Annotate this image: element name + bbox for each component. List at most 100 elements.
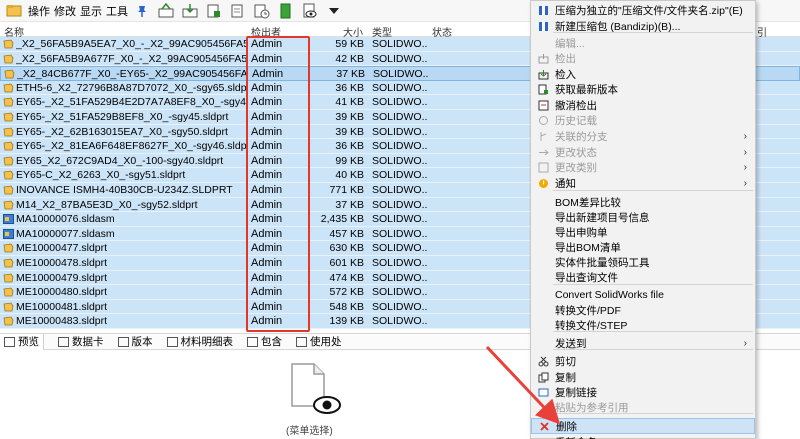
- menu-item[interactable]: 检出: [531, 50, 755, 66]
- menu-item-label: 重新命名: [555, 435, 597, 439]
- file-type: SOLIDWO...: [372, 183, 428, 196]
- get-latest-toolbar-icon[interactable]: [203, 1, 225, 21]
- file-type: SOLIDWO...: [372, 256, 428, 269]
- file-name: ETH5-6_X2_72796B8A87D7072_X0_-sgy65.sldp…: [16, 81, 246, 94]
- part-file-icon: [3, 112, 14, 122]
- part-file-icon: [3, 316, 14, 326]
- tab-version[interactable]: 版本: [114, 334, 153, 349]
- menu-item[interactable]: 重新命名: [531, 434, 755, 439]
- context-menu: 压缩为独立的"压缩文件/文件夹名.zip"(E) 新建压缩包 (Bandizip)…: [530, 0, 756, 439]
- file-name: EY65-_X2_51FA529B4E2D7A7A8EF8_X0_-sgy43.…: [16, 96, 246, 109]
- menu-item[interactable]: 导出新建项目号信息: [531, 209, 755, 225]
- preview-tab-icon: [4, 336, 15, 347]
- menu-item[interactable]: BOM差异比较: [531, 194, 755, 210]
- menu-item[interactable]: 压缩为独立的"压缩文件/文件夹名.zip"(E): [531, 2, 755, 18]
- menu-item[interactable]: 复制: [531, 369, 755, 385]
- tab-preview[interactable]: 预览: [0, 333, 44, 350]
- part-file-icon: [3, 287, 14, 297]
- menu-tools[interactable]: 工具: [106, 3, 128, 19]
- checkout-icon: [537, 52, 549, 64]
- zip-icon: [537, 20, 549, 32]
- pin-icon[interactable]: [131, 1, 153, 21]
- menu-item[interactable]: 导出BOM清单: [531, 239, 755, 255]
- file-name: ME10000478.sldprt: [16, 256, 108, 269]
- menu-item[interactable]: 转换文件/PDF: [531, 302, 755, 318]
- dropdown-toolbar-icon[interactable]: [323, 1, 345, 21]
- menu-operate[interactable]: 操作: [28, 3, 50, 19]
- file-type: SOLIDWO...: [372, 315, 428, 328]
- green-file-toolbar-icon[interactable]: [275, 1, 297, 21]
- menu-item-label: 检出: [555, 52, 576, 65]
- menu-item-label: 获取最新版本: [555, 83, 618, 96]
- view-toolbar-icon[interactable]: [299, 1, 321, 21]
- part-file-icon: [3, 273, 14, 282]
- tab-datacard[interactable]: 数据卡: [54, 334, 104, 349]
- file-size: 40 KB: [335, 169, 364, 182]
- tab-contains[interactable]: 包含: [243, 334, 282, 349]
- file-size: 630 KB: [329, 242, 364, 255]
- menu-item[interactable]: 获取最新版本: [531, 81, 755, 97]
- menu-item-label: 删除: [556, 420, 577, 433]
- menu-item[interactable]: 检入: [531, 66, 755, 82]
- checkout-toolbar-icon[interactable]: [155, 1, 177, 21]
- file-size: 474 KB: [329, 271, 364, 284]
- tab-label: 材料明细表: [180, 336, 234, 348]
- menu-item[interactable]: 关联的分支 ›: [531, 128, 755, 144]
- datacard-tab-icon: [58, 336, 69, 347]
- menu-item[interactable]: 实体件批量领码工具: [531, 254, 755, 270]
- menu-item[interactable]: 剪切: [531, 353, 755, 369]
- tab-label: 包含: [261, 336, 282, 348]
- menu-item[interactable]: 复制链接: [531, 384, 755, 400]
- preview-label: (菜单选择): [286, 426, 333, 437]
- menu-item[interactable]: 通知 ›: [531, 175, 755, 191]
- part-file-icon: [3, 200, 14, 209]
- menu-separator: [553, 413, 753, 414]
- file-name: M14_X2_87BA5E3D_X0_-sgy52.sldprt: [16, 198, 198, 211]
- menu-item[interactable]: 导出申购单: [531, 224, 755, 240]
- menu-item-label: 压缩为独立的"压缩文件/文件夹名.zip"(E): [555, 4, 743, 17]
- menu-item-label: 导出BOM清单: [555, 241, 621, 254]
- file-name: ME10000477.sldprt: [16, 242, 108, 255]
- file-type: SOLIDWO...: [372, 81, 428, 94]
- tab-label: 数据卡: [72, 336, 104, 348]
- menu-item[interactable]: 编辑...: [531, 35, 755, 51]
- history-toolbar-icon[interactable]: [251, 1, 273, 21]
- menu-item[interactable]: 删除: [531, 418, 755, 434]
- file-type: SOLIDWO...: [372, 213, 428, 226]
- menu-item[interactable]: 导出查询文件: [531, 269, 755, 285]
- menu-display[interactable]: 显示: [80, 3, 102, 19]
- menu-item[interactable]: 更改状态 ›: [531, 144, 755, 160]
- menu-item-label: 复制: [555, 371, 576, 384]
- tab-where-used[interactable]: 使用处: [292, 334, 342, 349]
- menu-item-label: 剪切: [555, 355, 576, 368]
- menu-item-label: Convert SolidWorks file: [555, 289, 664, 301]
- menu-item-label: 通知: [555, 177, 576, 190]
- menu-item[interactable]: 撤消检出: [531, 97, 755, 113]
- submenu-arrow-icon: ›: [743, 146, 747, 158]
- preview-eye-icon: [313, 396, 341, 414]
- file-type: SOLIDWO...: [373, 68, 429, 81]
- file-size: 548 KB: [329, 300, 364, 313]
- menu-item[interactable]: 更改类别 ›: [531, 159, 755, 175]
- file-size: 39 KB: [335, 125, 364, 138]
- file-name: MA10000077.sldasm: [16, 227, 115, 240]
- tab-bom[interactable]: 材料明细表: [163, 334, 234, 349]
- part-file-icon: [3, 156, 14, 166]
- branch-icon: [537, 130, 549, 142]
- file-type: SOLIDWO...: [372, 140, 428, 153]
- part-file-icon: [4, 69, 15, 79]
- copy-link-icon: [537, 386, 549, 398]
- tab-label: 版本: [131, 336, 153, 348]
- file-name: EY65-C_X2_6263_X0_-sgy51.sldprt: [16, 169, 186, 182]
- file-size: 59 KB: [335, 38, 364, 50]
- menu-item-label: 撤消检出: [555, 99, 597, 112]
- cut-icon: [537, 355, 549, 367]
- document-toolbar-icon[interactable]: [227, 1, 249, 21]
- menu-modify[interactable]: 修改: [54, 3, 76, 19]
- menu-item[interactable]: 历史记载: [531, 112, 755, 128]
- part-file-icon: [3, 141, 14, 151]
- file-name: ME10000480.sldprt: [16, 286, 108, 299]
- menu-item[interactable]: Convert SolidWorks file: [531, 287, 755, 303]
- menu-separator: [553, 190, 753, 191]
- checkin-toolbar-icon[interactable]: [179, 1, 201, 21]
